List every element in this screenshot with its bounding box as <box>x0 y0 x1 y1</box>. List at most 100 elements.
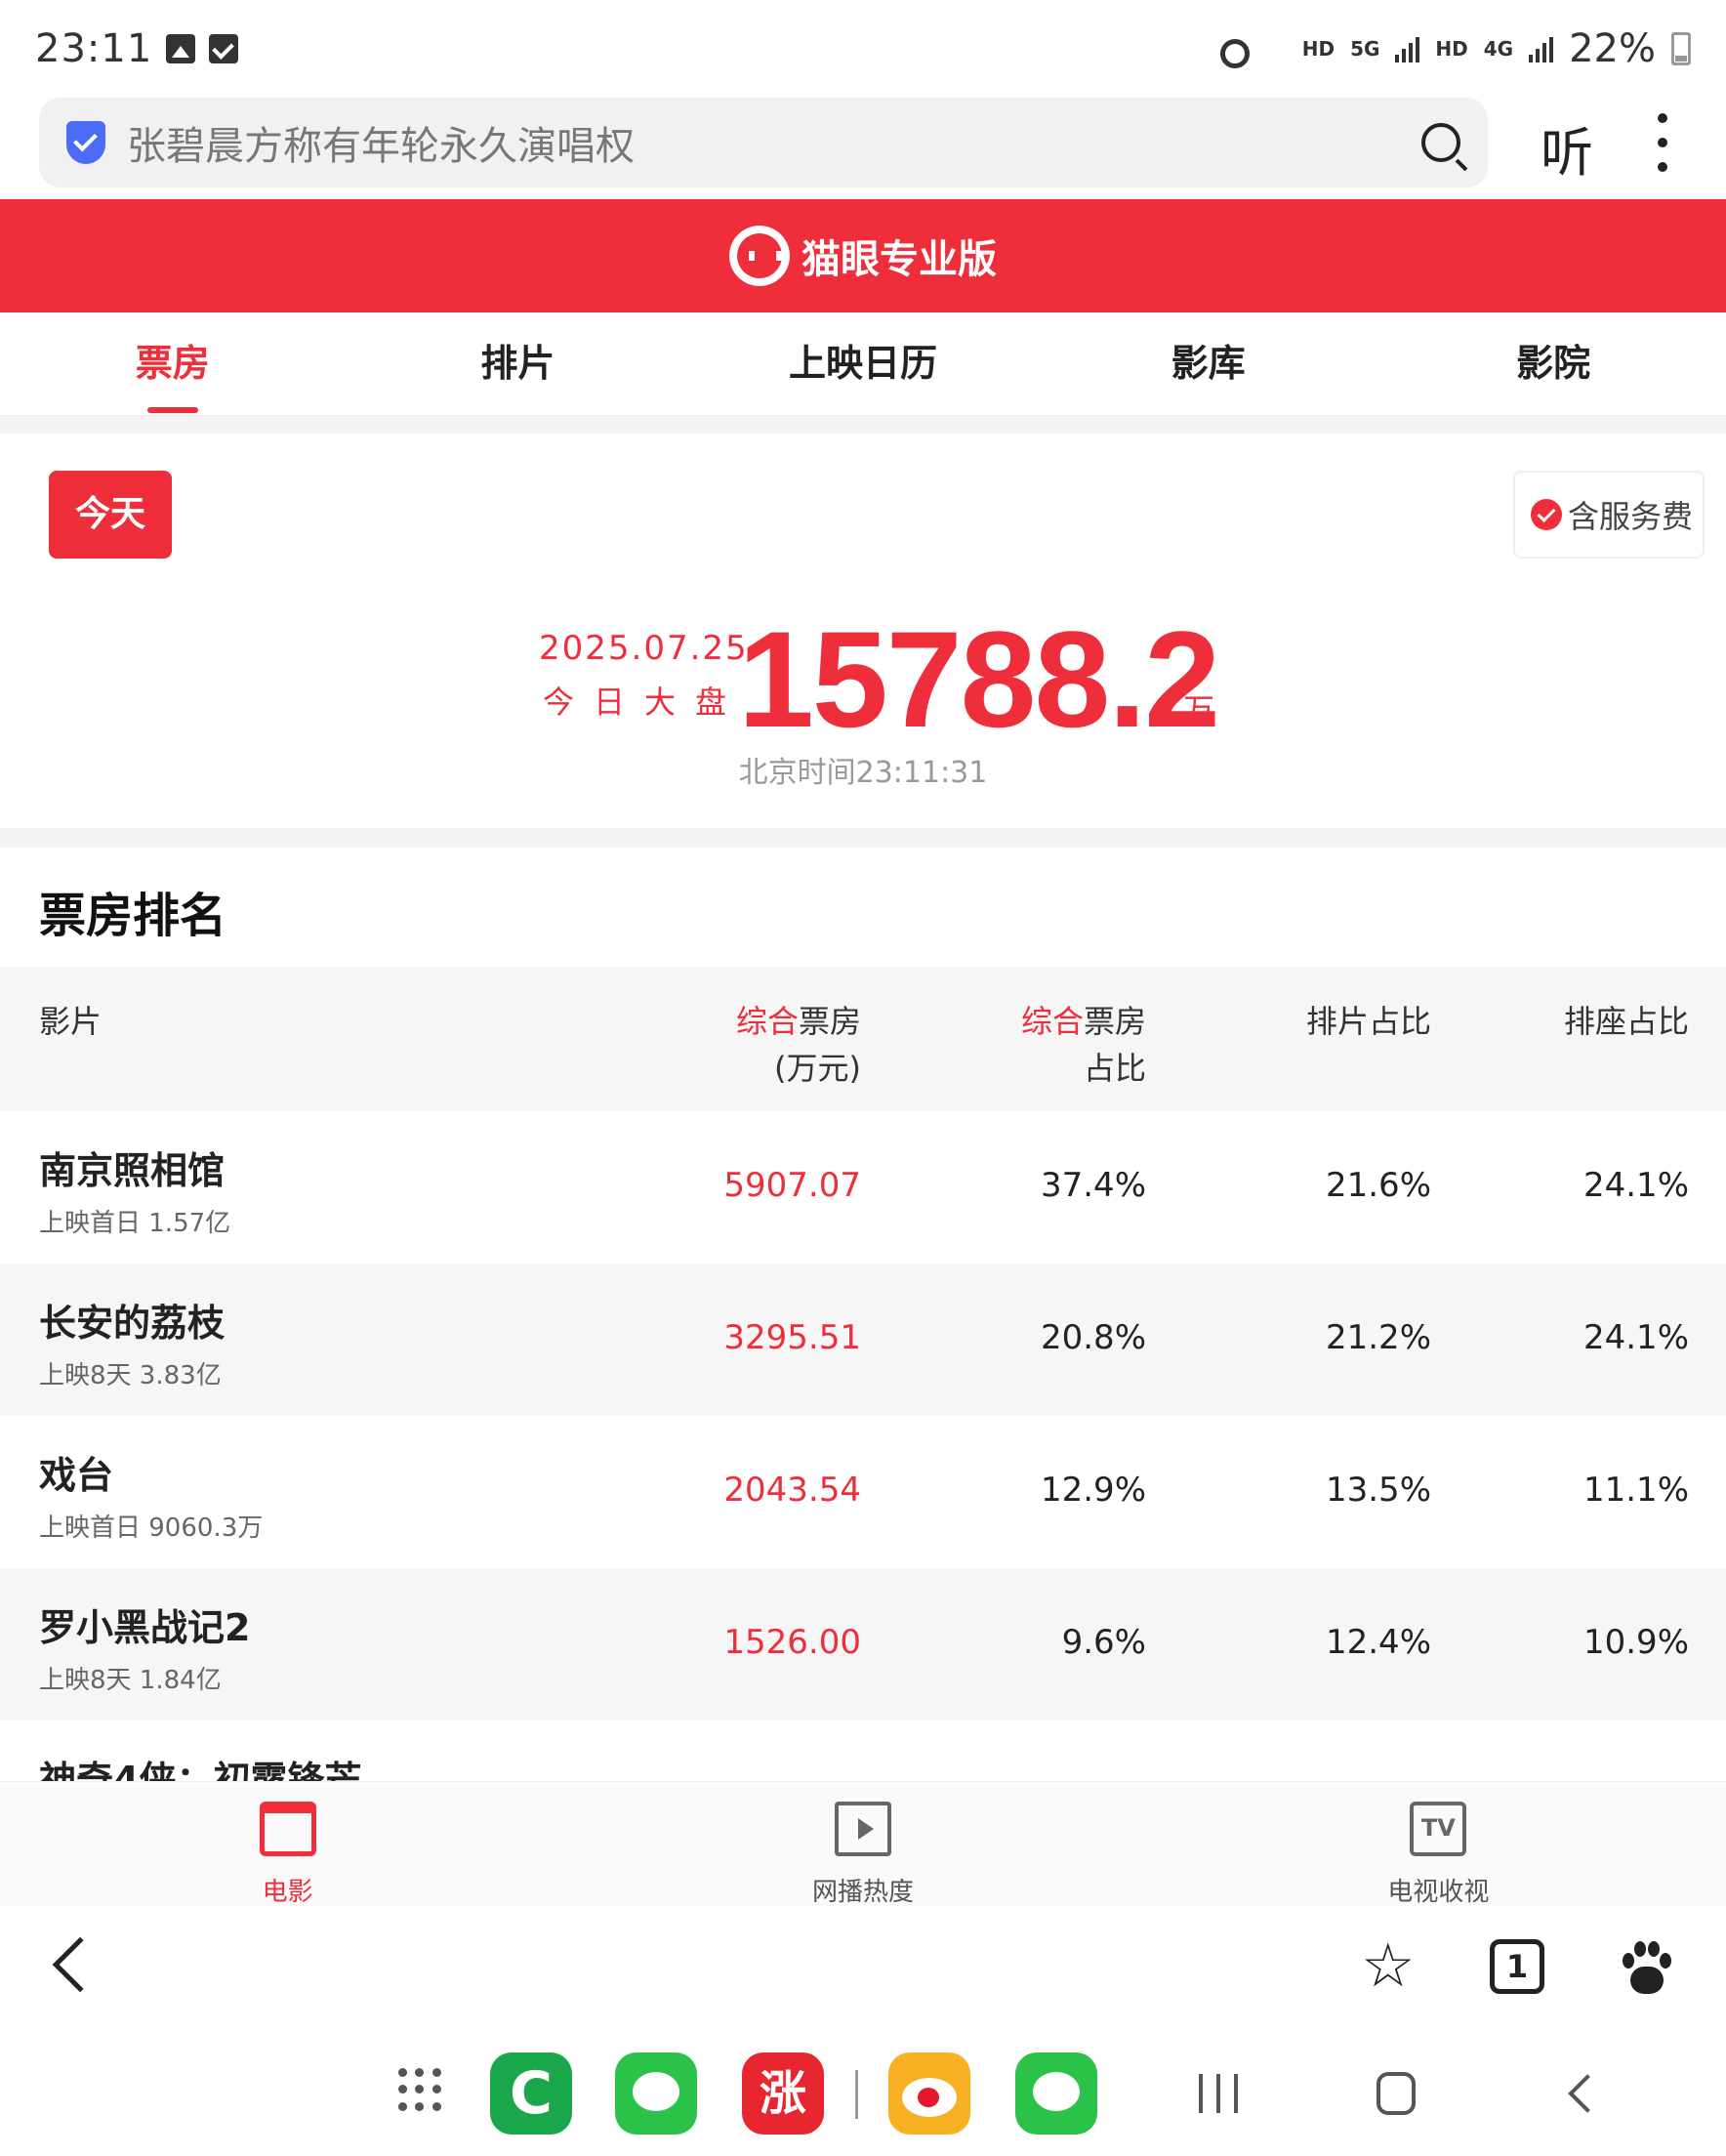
phone-app-icon[interactable]: C <box>490 2052 572 2135</box>
search-bar[interactable]: 张碧晨方称有年轮永久演唱权 <box>39 98 1488 187</box>
wechat-clone-app-icon[interactable] <box>1015 2052 1097 2135</box>
browser-toolbar: ☆ 1 <box>0 1906 1726 2033</box>
tab-cinemas[interactable]: 影院 <box>1380 312 1726 415</box>
film-seat-share: 24.1% <box>1582 1318 1689 1357</box>
col-header-share-text: 票房 <box>1083 1003 1146 1040</box>
battery-icon <box>1671 32 1691 65</box>
film-box-office: 3295.51 <box>723 1318 861 1357</box>
col-header-share-line2: 占比 <box>1083 1050 1146 1087</box>
status-bar-right: HD 5G HD 4G 22% <box>1302 26 1691 71</box>
network-label-hd-1: HD <box>1301 37 1336 61</box>
film-showtime-share: 13.5% <box>1325 1471 1431 1510</box>
tab-box-office[interactable]: 票房 <box>0 312 346 415</box>
film-name: 南京照相馆 <box>39 1149 226 1192</box>
signal-icon-2 <box>1529 35 1554 62</box>
weibo-app-icon[interactable] <box>888 2052 970 2135</box>
col-header-showtime-share[interactable]: 排片占比 <box>1306 998 1431 1045</box>
total-box-office-value: 15788.2 <box>738 602 1220 756</box>
more-menu-icon[interactable] <box>1656 113 1669 172</box>
film-seat-share: 24.1% <box>1582 1166 1689 1205</box>
col-header-seat-share[interactable]: 排座占比 <box>1564 998 1689 1045</box>
tab-release-calendar[interactable]: 上映日历 <box>690 312 1036 415</box>
status-bar-left: 23:11 <box>35 26 239 71</box>
film-box-office-share: 12.9% <box>1040 1471 1146 1510</box>
service-fee-toggle[interactable]: 含服务费 <box>1513 471 1705 559</box>
home-icon[interactable] <box>1377 2072 1416 2115</box>
tab-schedule[interactable]: 排片 <box>346 312 691 415</box>
weibo-eye-icon <box>902 2078 957 2117</box>
section-divider-2 <box>0 828 1726 848</box>
alarm-icon <box>1220 39 1250 68</box>
bottom-nav: 电影 网播热度 TV 电视收视 <box>0 1781 1726 1907</box>
battery-percent: 22% <box>1569 26 1656 71</box>
col-header-film: 影片 <box>39 1003 103 1040</box>
stock-app-icon[interactable]: 涨 <box>742 2052 824 2135</box>
overview-label: 今日大盘 <box>543 684 747 721</box>
network-label-hd-2: HD <box>1435 37 1468 61</box>
bottom-nav-streaming[interactable]: 网播热度 <box>575 1782 1150 1907</box>
bottom-nav-movies[interactable]: 电影 <box>0 1782 575 1907</box>
dock-separator <box>855 2070 858 2119</box>
system-back-icon[interactable] <box>1568 2074 1607 2113</box>
film-name: 长安的荔枝 <box>39 1302 226 1345</box>
gallery-notification-icon <box>166 34 196 63</box>
film-release-info: 上映首日 9060.3万 <box>39 1513 264 1543</box>
today-button[interactable]: 今天 <box>49 471 172 559</box>
status-time: 23:11 <box>35 26 153 71</box>
total-box-office-unit: 万 <box>1183 691 1215 728</box>
maoyan-logo-icon <box>729 226 790 286</box>
film-seat-share: 10.9% <box>1582 1623 1689 1662</box>
ranking-title: 票房排名 <box>39 889 227 943</box>
table-row[interactable]: 罗小黑战记2 上映8天 1.84亿 1526.00 9.6% 12.4% 10.… <box>0 1568 1726 1721</box>
film-box-office-share: 9.6% <box>1061 1623 1146 1662</box>
checkmark-icon <box>1531 499 1562 530</box>
wechat-app-icon[interactable] <box>615 2052 697 2135</box>
service-fee-label: 含服务费 <box>1568 498 1694 535</box>
tab-film-library[interactable]: 影库 <box>1036 312 1381 415</box>
recent-apps-icon[interactable] <box>1199 2074 1238 2113</box>
film-showtime-share: 21.2% <box>1325 1318 1431 1357</box>
film-box-office: 1526.00 <box>723 1623 861 1662</box>
table-row[interactable]: 长安的荔枝 上映8天 3.83亿 3295.51 20.8% 21.2% 24.… <box>0 1264 1726 1416</box>
baidu-paw-icon[interactable] <box>1619 1941 1673 1996</box>
task-notification-icon <box>209 34 239 63</box>
app-drawer-icon[interactable] <box>398 2068 443 2113</box>
film-box-office: 2043.54 <box>723 1471 861 1510</box>
ranking-list: 南京照相馆 上映首日 1.57亿 5907.07 37.4% 21.6% 24.… <box>0 1111 1726 1873</box>
main-tabs: 票房 排片 上映日历 影库 影院 <box>0 312 1726 416</box>
chat-bubble-icon <box>633 2072 679 2111</box>
bottom-nav-movies-label: 电影 <box>262 1878 313 1907</box>
col-header-share[interactable]: 综合票房 占比 <box>1021 998 1146 1092</box>
bottom-nav-streaming-label: 网播热度 <box>811 1878 914 1907</box>
ranking-table-header: 影片 综合票房 (万元) 综合票房 占比 排片占比 排座占比 <box>0 967 1726 1111</box>
film-release-info: 上映首日 1.57亿 <box>39 1209 231 1238</box>
beijing-time: 北京时间23:11:31 <box>738 756 988 790</box>
table-row[interactable]: 南京照相馆 上映首日 1.57亿 5907.07 37.4% 21.6% 24.… <box>0 1111 1726 1264</box>
search-icon[interactable] <box>1421 123 1460 162</box>
bookmark-star-icon[interactable]: ☆ <box>1361 1935 1416 1996</box>
col-header-box-office-text: 票房 <box>798 1003 861 1040</box>
bottom-nav-tv[interactable]: TV 电视收视 <box>1151 1782 1726 1907</box>
overview-date: 2025.07.25 <box>539 629 749 668</box>
network-label-4g: 4G <box>1483 37 1514 61</box>
film-box-office-share: 37.4% <box>1040 1166 1146 1205</box>
film-box-office-share: 20.8% <box>1040 1318 1146 1357</box>
search-input[interactable]: 张碧晨方称有年轮永久演唱权 <box>127 114 1421 171</box>
film-release-info: 上映8天 3.83亿 <box>39 1361 222 1390</box>
film-showtime-share: 21.6% <box>1325 1166 1431 1205</box>
col-header-share-highlight: 综合 <box>1020 1003 1084 1040</box>
film-box-office: 5907.07 <box>723 1166 861 1205</box>
col-header-box-office-unit: (万元) <box>774 1050 861 1087</box>
listen-button[interactable]: 听 <box>1541 109 1593 187</box>
calendar-icon <box>259 1802 316 1856</box>
col-header-box-office[interactable]: 综合票房 (万元) <box>736 998 861 1092</box>
section-divider <box>0 416 1726 434</box>
back-arrow-icon[interactable] <box>52 1936 108 1993</box>
tv-icon: TV <box>1410 1802 1467 1856</box>
film-showtime-share: 12.4% <box>1325 1623 1431 1662</box>
table-row[interactable]: 戏台 上映首日 9060.3万 2043.54 12.9% 13.5% 11.1… <box>0 1416 1726 1568</box>
film-release-info: 上映8天 1.84亿 <box>39 1666 222 1695</box>
signal-icon <box>1395 35 1420 62</box>
status-bar: 23:11 HD 5G HD 4G 22% <box>0 0 1726 98</box>
tab-count-button[interactable]: 1 <box>1490 1939 1544 1994</box>
